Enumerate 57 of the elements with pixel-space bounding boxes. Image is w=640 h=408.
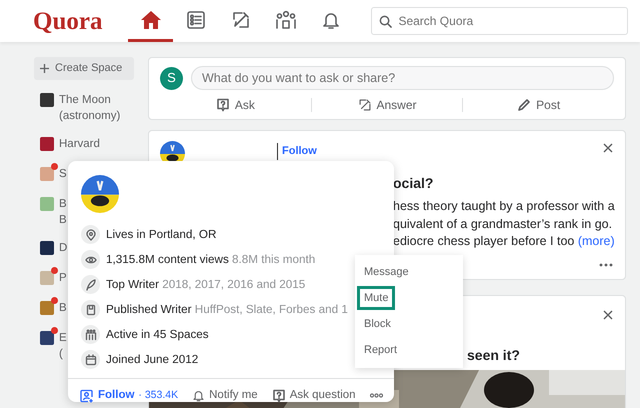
menu-item[interactable]: Report [357,338,404,362]
edit-icon [230,10,251,30]
book-icon [81,300,100,319]
question-field[interactable]: What do you want to ask or share? [191,66,614,90]
menu-item[interactable]: Mute [357,286,396,310]
eye-icon [81,250,100,269]
notify-button[interactable]: Notify me [192,387,258,404]
list-icon [186,10,206,30]
close-icon[interactable] [603,143,613,153]
follow-button[interactable]: Follow · 353.4K [80,387,178,404]
more-icon[interactable] [599,263,613,267]
space-name[interactable]: D [59,240,68,258]
create-space-button[interactable]: Create Space [34,57,134,80]
space-name[interactable]: B [59,300,67,318]
menu-item[interactable]: Block [357,312,398,336]
edit-icon [358,98,372,112]
search-icon [379,15,392,28]
space-name[interactable]: E ( [59,330,67,362]
space-name[interactable]: The Moon (astronomy) [59,92,120,124]
detail-text: Lives in Portland, OR [106,226,216,243]
question-title[interactable]: ocial? [393,173,614,194]
follow-icon [80,388,94,403]
detail-text: Top Writer 2018, 2017, 2016 and 2015 [106,276,306,293]
quill-icon [81,275,100,294]
profile-avatar[interactable] [81,175,119,213]
location-icon [81,225,100,244]
action-button[interactable]: Ask [160,94,311,116]
close-icon[interactable] [603,310,613,320]
menu-item[interactable]: Message [357,260,416,284]
space-name[interactable]: Harvard [59,136,100,154]
detail-text: Joined June 2012 [106,352,198,368]
answer-text: hess theory taught by a professor with a quivalent of a grandmaster’s rank in go. ediocre chess player before I too (more) [393,198,614,250]
pen-icon [517,98,532,112]
detail-text: 1,315.8M content views 8.8M this month [106,252,316,268]
home-icon [140,10,162,30]
space-name[interactable]: B B [59,196,67,228]
action-button[interactable]: Post [463,94,614,116]
space-name[interactable]: P [59,270,67,288]
detail-text: Published Writer HuffPost, Slate, Forbes and 1 [106,302,348,318]
more-icon[interactable] [370,393,383,398]
space-name[interactable]: S [59,166,67,184]
question-title[interactable]: seen it? [467,345,520,366]
people-icon [274,10,297,30]
question-icon [272,388,286,403]
plus-icon [40,64,49,73]
search-field[interactable]: Search Quora [371,7,628,35]
question-icon [216,98,230,112]
spaces-icon [81,325,100,344]
action-button[interactable]: Answer [312,94,462,116]
calendar-icon [81,350,100,369]
follow-link[interactable]: Follow [277,143,317,160]
user-avatar[interactable]: S [160,66,183,90]
bell-icon [192,389,206,402]
ask-question-button[interactable]: Ask question [272,387,356,404]
detail-text: Active in 45 Spaces [106,326,209,343]
logo[interactable]: Quora [33,8,102,34]
more-link[interactable]: (more) [578,234,615,248]
